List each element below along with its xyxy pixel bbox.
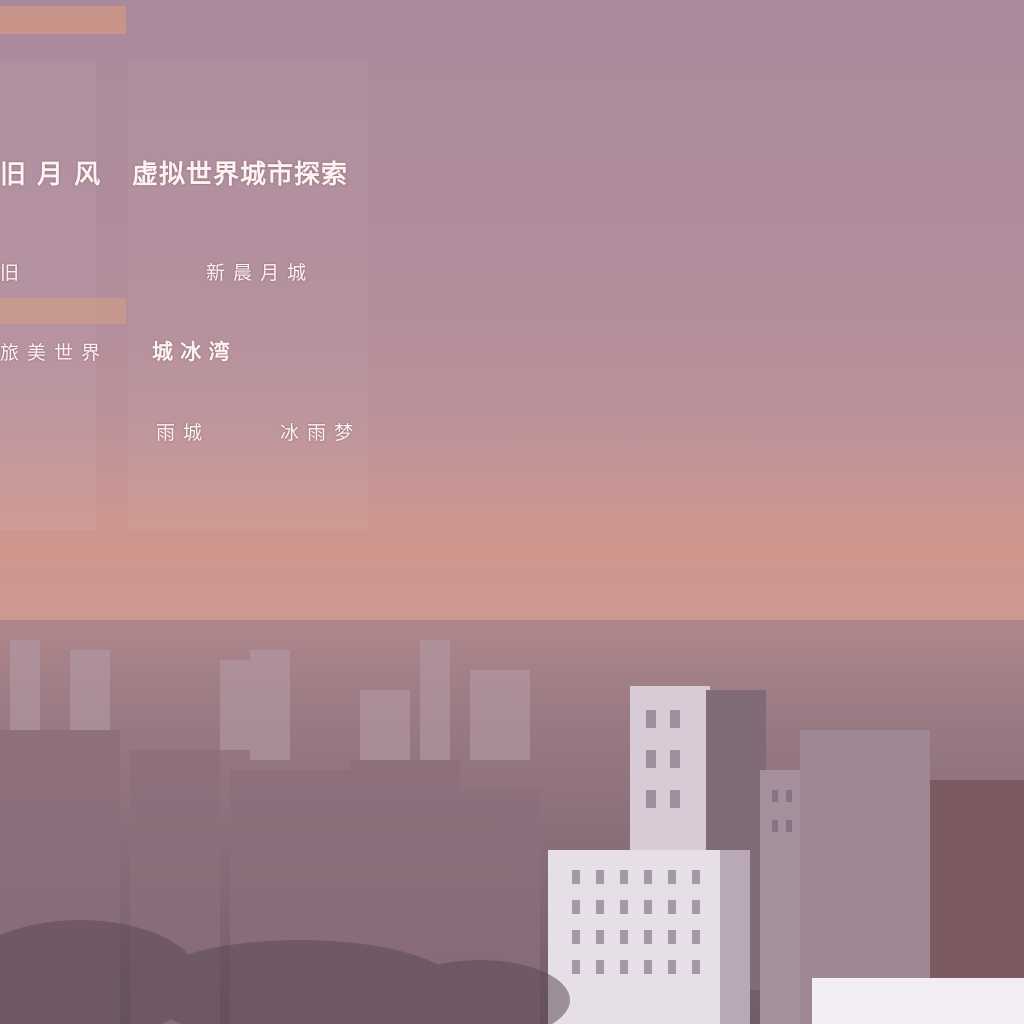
menu-item-row1-left[interactable]: 旧: [0, 258, 20, 285]
menu-panel-main: [128, 60, 368, 530]
menu-item-row2-right[interactable]: 城 冰 湾: [152, 336, 230, 366]
menu-title-main: 虚拟世界城市探索: [132, 160, 349, 190]
menu-item-row3-right[interactable]: 冰 雨 梦: [280, 418, 354, 445]
menu-item-row3-left[interactable]: 雨 城: [156, 418, 203, 445]
menu-item-row1-right[interactable]: 新 晨 月 城: [206, 258, 307, 285]
menu-panel-left: [0, 60, 96, 530]
menu-title-left: 旧 月 风: [0, 160, 102, 190]
top-accent-bar: [0, 6, 126, 34]
selected-row-highlight: [0, 298, 126, 324]
city-skyline-background: [0, 620, 1024, 1024]
menu-item-row2-left[interactable]: 旅 美 世 界: [0, 338, 101, 365]
